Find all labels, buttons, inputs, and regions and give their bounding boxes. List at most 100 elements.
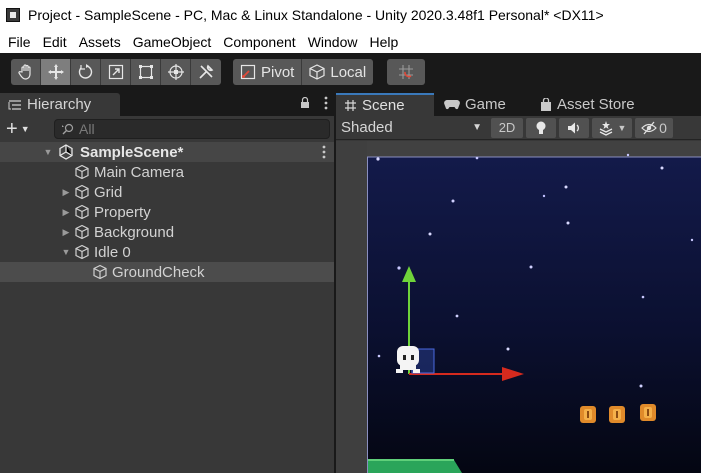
empty-scene-area [336, 141, 367, 473]
menu-bar: File Edit Assets GameObject Component Wi… [0, 30, 701, 53]
local-toggle[interactable]: Local [302, 59, 373, 85]
scene-row[interactable]: ▼ SampleScene* [0, 142, 334, 162]
pivot-toggle[interactable]: Pivot [233, 59, 303, 85]
menu-edit[interactable]: Edit [37, 34, 73, 50]
main-toolbar: Pivot Local [0, 53, 701, 91]
hierarchy-item[interactable]: ▶ Grid [0, 182, 334, 202]
caret-down-icon: ▼ [472, 122, 482, 133]
eye-hidden-icon [641, 121, 657, 134]
lock-icon[interactable] [300, 96, 310, 112]
menu-assets[interactable]: Assets [73, 34, 127, 50]
hierarchy-item-label: GroundCheck [112, 263, 205, 281]
scale-tool-button[interactable] [101, 59, 131, 85]
hierarchy-item-label: Grid [94, 183, 123, 201]
custom-tool-button[interactable] [191, 59, 221, 85]
caret-down-icon: ▼ [20, 124, 30, 134]
grid-snap-icon [399, 65, 414, 79]
hierarchy-tab-actions [300, 93, 334, 116]
speaker-icon [568, 122, 579, 133]
menu-gameobject[interactable]: GameObject [127, 34, 218, 50]
scene-canvas[interactable] [336, 141, 701, 473]
audio-toggle[interactable] [559, 117, 589, 138]
panel-menu-icon[interactable] [324, 96, 328, 113]
menu-window[interactable]: Window [302, 34, 364, 50]
search-icon [62, 123, 74, 135]
foldout-spacer [78, 266, 90, 278]
hierarchy-item[interactable]: ▶ Property [0, 202, 334, 222]
combined-transform-icon [167, 64, 184, 80]
hierarchy-item[interactable]: ▼ Idle 0 [0, 242, 334, 262]
unity-scene-icon [58, 144, 74, 160]
foldout-spacer [60, 166, 72, 178]
caret-down-icon: ▼ [617, 122, 627, 133]
grid-snap-button[interactable] [387, 59, 426, 85]
foldout-collapsed-icon[interactable]: ▶ [60, 206, 72, 218]
game-tab-label: Game [465, 96, 506, 113]
hand-icon [17, 64, 31, 80]
hierarchy-tab-label: Hierarchy [27, 96, 92, 113]
hierarchy-tab-bar: Hierarchy [0, 91, 334, 116]
rect-tool-button[interactable] [131, 59, 161, 85]
scene-name: SampleScene* [80, 143, 184, 161]
sky-background [367, 157, 701, 473]
tab-scene[interactable]: Scene [336, 93, 434, 116]
hierarchy-item[interactable]: ▶ Background [0, 222, 334, 242]
shading-mode-label: Shaded [341, 119, 393, 136]
wrench-screwdriver-icon [199, 64, 214, 79]
gameobject-cube-icon [92, 264, 108, 280]
gameobject-cube-icon [74, 204, 90, 220]
lighting-toggle[interactable] [526, 117, 556, 138]
rotate-icon [78, 64, 92, 79]
tab-game[interactable]: Game [436, 93, 532, 116]
tab-asset-store[interactable]: Asset Store [532, 93, 662, 116]
scene-tab-bar: Scene Game Asset Store [336, 91, 701, 116]
lightbulb-icon [536, 121, 546, 134]
hidden-count: 0 [659, 119, 667, 136]
menu-help[interactable]: Help [363, 34, 404, 50]
hand-tool-button[interactable] [11, 59, 41, 85]
foldout-expanded-icon[interactable]: ▼ [60, 246, 72, 258]
scene-visibility-toggle[interactable]: 0 [635, 117, 673, 138]
gamepad-icon [444, 99, 460, 110]
move-tool-button[interactable] [41, 59, 71, 85]
hierarchy-search-field[interactable] [54, 119, 330, 139]
search-input[interactable] [79, 121, 319, 137]
hierarchy-panel: Hierarchy + ▼ ▼ SampleScene* [0, 91, 334, 473]
hierarchy-item[interactable]: GroundCheck [0, 262, 334, 282]
hierarchy-item-label: Background [94, 223, 175, 241]
move-arrows-icon [47, 64, 64, 80]
shading-mode-dropdown[interactable]: Shaded ▼ [336, 119, 488, 136]
transform-tools [11, 59, 221, 85]
foldout-collapsed-icon[interactable]: ▶ [60, 186, 72, 198]
grid-icon [344, 99, 357, 112]
foldout-collapsed-icon[interactable]: ▶ [60, 226, 72, 238]
create-dropdown-button[interactable]: + ▼ [6, 118, 44, 141]
bag-icon [540, 98, 552, 111]
transform-tool-button[interactable] [161, 59, 191, 85]
pivot-icon [240, 64, 256, 80]
coins [580, 404, 656, 423]
menu-file[interactable]: File [2, 34, 37, 50]
effects-dropdown[interactable]: ▼ [592, 117, 632, 138]
gameobject-cube-icon [74, 224, 90, 240]
scene-menu-icon[interactable] [322, 142, 326, 162]
tab-hierarchy[interactable]: Hierarchy [0, 93, 120, 116]
asset-store-tab-label: Asset Store [557, 96, 635, 113]
ground-tiles [368, 459, 462, 473]
gameobject-cube-icon [74, 184, 90, 200]
coin-sprite [580, 406, 596, 423]
pivot-label: Pivot [261, 63, 295, 81]
scene-viewport[interactable] [336, 141, 701, 473]
title-bar: Project - SampleScene - PC, Mac & Linux … [0, 0, 701, 30]
hierarchy-item[interactable]: Main Camera [0, 162, 334, 182]
mode-2d-label: 2D [498, 120, 516, 135]
effects-layers-icon [599, 120, 612, 136]
hierarchy-item-label: Idle 0 [94, 243, 131, 261]
gameobject-cube-icon [74, 164, 90, 180]
toggle-2d-button[interactable]: 2D [491, 117, 523, 138]
menu-component[interactable]: Component [217, 34, 301, 50]
window-title: Project - SampleScene - PC, Mac & Linux … [28, 7, 604, 23]
foldout-expanded-icon[interactable]: ▼ [42, 146, 54, 158]
rotate-tool-button[interactable] [71, 59, 101, 85]
scene-tab-label: Scene [362, 97, 405, 114]
